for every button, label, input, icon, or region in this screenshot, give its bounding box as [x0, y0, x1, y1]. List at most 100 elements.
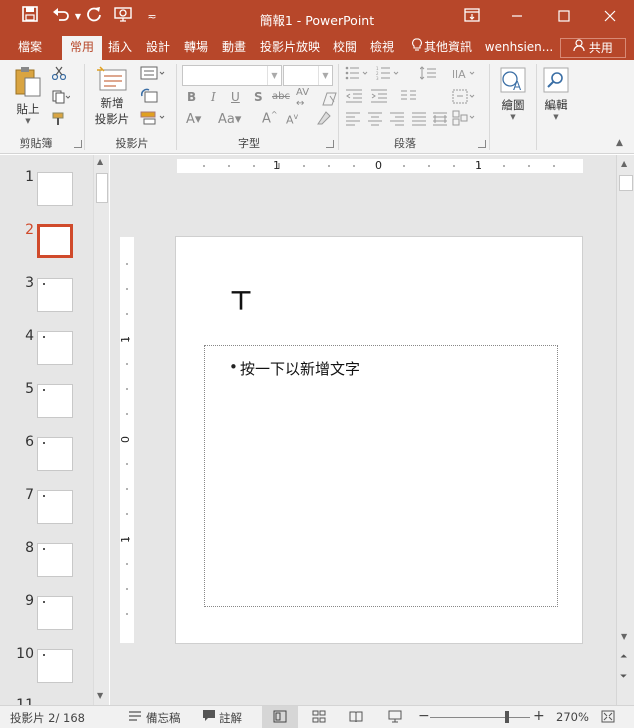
layout-icon[interactable] [140, 66, 166, 83]
ribbon-display-options-icon[interactable] [461, 6, 483, 28]
tab-slideshow[interactable]: 投影片放映 [255, 36, 325, 60]
scroll-down-icon[interactable]: ▼ [97, 691, 103, 700]
slide-thumbnail-4[interactable] [37, 331, 73, 365]
numbering-icon[interactable]: 123 [376, 66, 404, 83]
slide-canvas[interactable]: ㄒ • 按一下以新增文字 [175, 236, 583, 644]
align-text-icon[interactable] [452, 89, 478, 108]
tab-view[interactable]: 檢視 [365, 36, 399, 60]
bullets-icon[interactable] [345, 66, 373, 83]
zoom-level[interactable]: 270% [556, 710, 589, 724]
notes-icon[interactable] [128, 709, 142, 725]
text-direction-icon[interactable]: llA [452, 66, 478, 85]
align-right-icon[interactable] [389, 112, 405, 129]
distributed-icon[interactable] [432, 112, 448, 129]
slideshow-view-icon[interactable] [388, 710, 402, 726]
justify-icon[interactable] [411, 112, 427, 129]
zoom-slider[interactable] [430, 717, 530, 718]
slide-thumbnail-3[interactable] [37, 278, 73, 312]
slide-thumbnail-10[interactable] [37, 649, 73, 683]
section-icon[interactable] [140, 110, 166, 129]
underline-icon[interactable]: U [231, 90, 240, 104]
bold-icon[interactable]: B [187, 90, 196, 104]
slide-thumbnail-1[interactable] [37, 172, 73, 206]
clear-format-icon[interactable] [322, 92, 338, 109]
slide-thumbnail-2[interactable] [37, 224, 73, 258]
tab-animations[interactable]: 動畫 [217, 36, 251, 60]
tab-transitions[interactable]: 轉場 [179, 36, 213, 60]
smartart-icon[interactable] [452, 110, 478, 129]
paragraph-launcher-icon[interactable] [478, 140, 486, 148]
copy-icon[interactable] [52, 90, 71, 107]
editor-scroll-thumb[interactable] [619, 175, 633, 191]
slides-group-label: 投影片 [115, 137, 149, 150]
align-left-icon[interactable] [345, 112, 361, 129]
zoom-in-icon[interactable]: + [533, 708, 545, 724]
tab-file[interactable]: 檔案 [8, 36, 52, 60]
strikethrough-icon[interactable]: abc [272, 91, 290, 102]
slide-sorter-icon[interactable] [312, 710, 326, 726]
paste-button[interactable]: 貼上 ▼ [10, 66, 46, 125]
format-painter-icon[interactable] [52, 112, 66, 129]
slide-thumbnail-9[interactable] [37, 596, 73, 630]
comments-button[interactable]: 註解 [219, 710, 242, 726]
shadow-icon[interactable]: S [254, 90, 263, 104]
drawing-button[interactable]: A 繪圖 ▼ [494, 66, 532, 121]
scroll-up-icon[interactable]: ▲ [97, 157, 103, 166]
scroll-up-icon[interactable]: ▲ [621, 159, 627, 168]
reading-view-icon[interactable] [349, 710, 363, 726]
zoom-out-icon[interactable]: − [418, 708, 430, 724]
zoom-slider-handle[interactable] [505, 711, 509, 723]
normal-view-button[interactable] [262, 706, 298, 728]
change-case-icon[interactable]: Aa▾ [218, 112, 241, 127]
tab-tell-me[interactable]: 其他資訊 [405, 36, 479, 60]
highlight-icon[interactable] [316, 110, 332, 129]
thumbnail-scrollbar[interactable]: ▲ ▼ [93, 155, 109, 705]
collapse-ribbon-icon[interactable]: ▲ [616, 138, 623, 148]
increase-indent-icon[interactable] [370, 89, 388, 106]
decrease-indent-icon[interactable] [345, 89, 363, 106]
font-name-combo[interactable]: ▼ [182, 65, 282, 86]
tab-design[interactable]: 設計 [141, 36, 175, 60]
slide-thumbnail-7[interactable] [37, 490, 73, 524]
align-center-icon[interactable] [367, 112, 383, 129]
content-placeholder[interactable]: • 按一下以新增文字 [204, 345, 558, 607]
tab-home[interactable]: 常用 [62, 36, 102, 60]
clipboard-launcher-icon[interactable] [74, 140, 82, 148]
notes-button[interactable]: 備忘稿 [146, 710, 181, 726]
cut-icon[interactable] [51, 66, 67, 83]
scroll-down-icon[interactable]: ▼ [621, 632, 627, 641]
editing-button[interactable]: 編輯 ▼ [539, 66, 573, 121]
decrease-font-icon[interactable]: Av [286, 112, 298, 127]
slide-thumbnail-5[interactable] [37, 384, 73, 418]
font-size-combo[interactable]: ▼ [283, 65, 333, 86]
close-icon[interactable] [599, 6, 621, 28]
maximize-icon[interactable] [553, 6, 575, 28]
account-name[interactable]: wenhsien... [484, 36, 554, 60]
increase-font-icon[interactable]: A^ [262, 110, 278, 126]
slide-thumbnail-8[interactable] [37, 543, 73, 577]
thumbnail-scroll-thumb[interactable] [96, 173, 108, 203]
title-bar: ▼ ≂ 簡報1 - PowerPoint [0, 0, 634, 36]
next-slide-icon[interactable]: ⏷ [620, 672, 627, 682]
minimize-icon[interactable] [506, 6, 528, 28]
slide-title[interactable]: ㄒ [230, 283, 252, 315]
editing-label: 編輯 [544, 98, 568, 112]
reset-slide-icon[interactable] [140, 88, 158, 107]
share-button[interactable]: 共用 [560, 38, 626, 58]
text-effects-icon[interactable]: A▾ [186, 112, 201, 127]
columns-icon[interactable] [400, 89, 420, 106]
editor-scrollbar[interactable]: ▲ ▼ ⏶ ⏷ [616, 155, 634, 705]
line-spacing-icon[interactable] [419, 66, 444, 83]
tab-review[interactable]: 校閱 [328, 36, 362, 60]
new-slide-button[interactable]: 新增 投影片 [92, 66, 132, 127]
font-launcher-icon[interactable] [326, 140, 334, 148]
italic-icon[interactable]: I [211, 90, 216, 104]
previous-slide-icon[interactable]: ⏶ [620, 652, 627, 662]
new-slide-label-2: 投影片 [94, 112, 130, 126]
character-spacing-icon[interactable]: AV ↔ [296, 87, 309, 109]
fit-slide-icon[interactable] [601, 710, 615, 726]
comments-icon[interactable] [202, 709, 216, 725]
thumb-number: 10 [16, 646, 34, 662]
slide-thumbnail-6[interactable] [37, 437, 73, 471]
tab-insert[interactable]: 插入 [103, 36, 137, 60]
